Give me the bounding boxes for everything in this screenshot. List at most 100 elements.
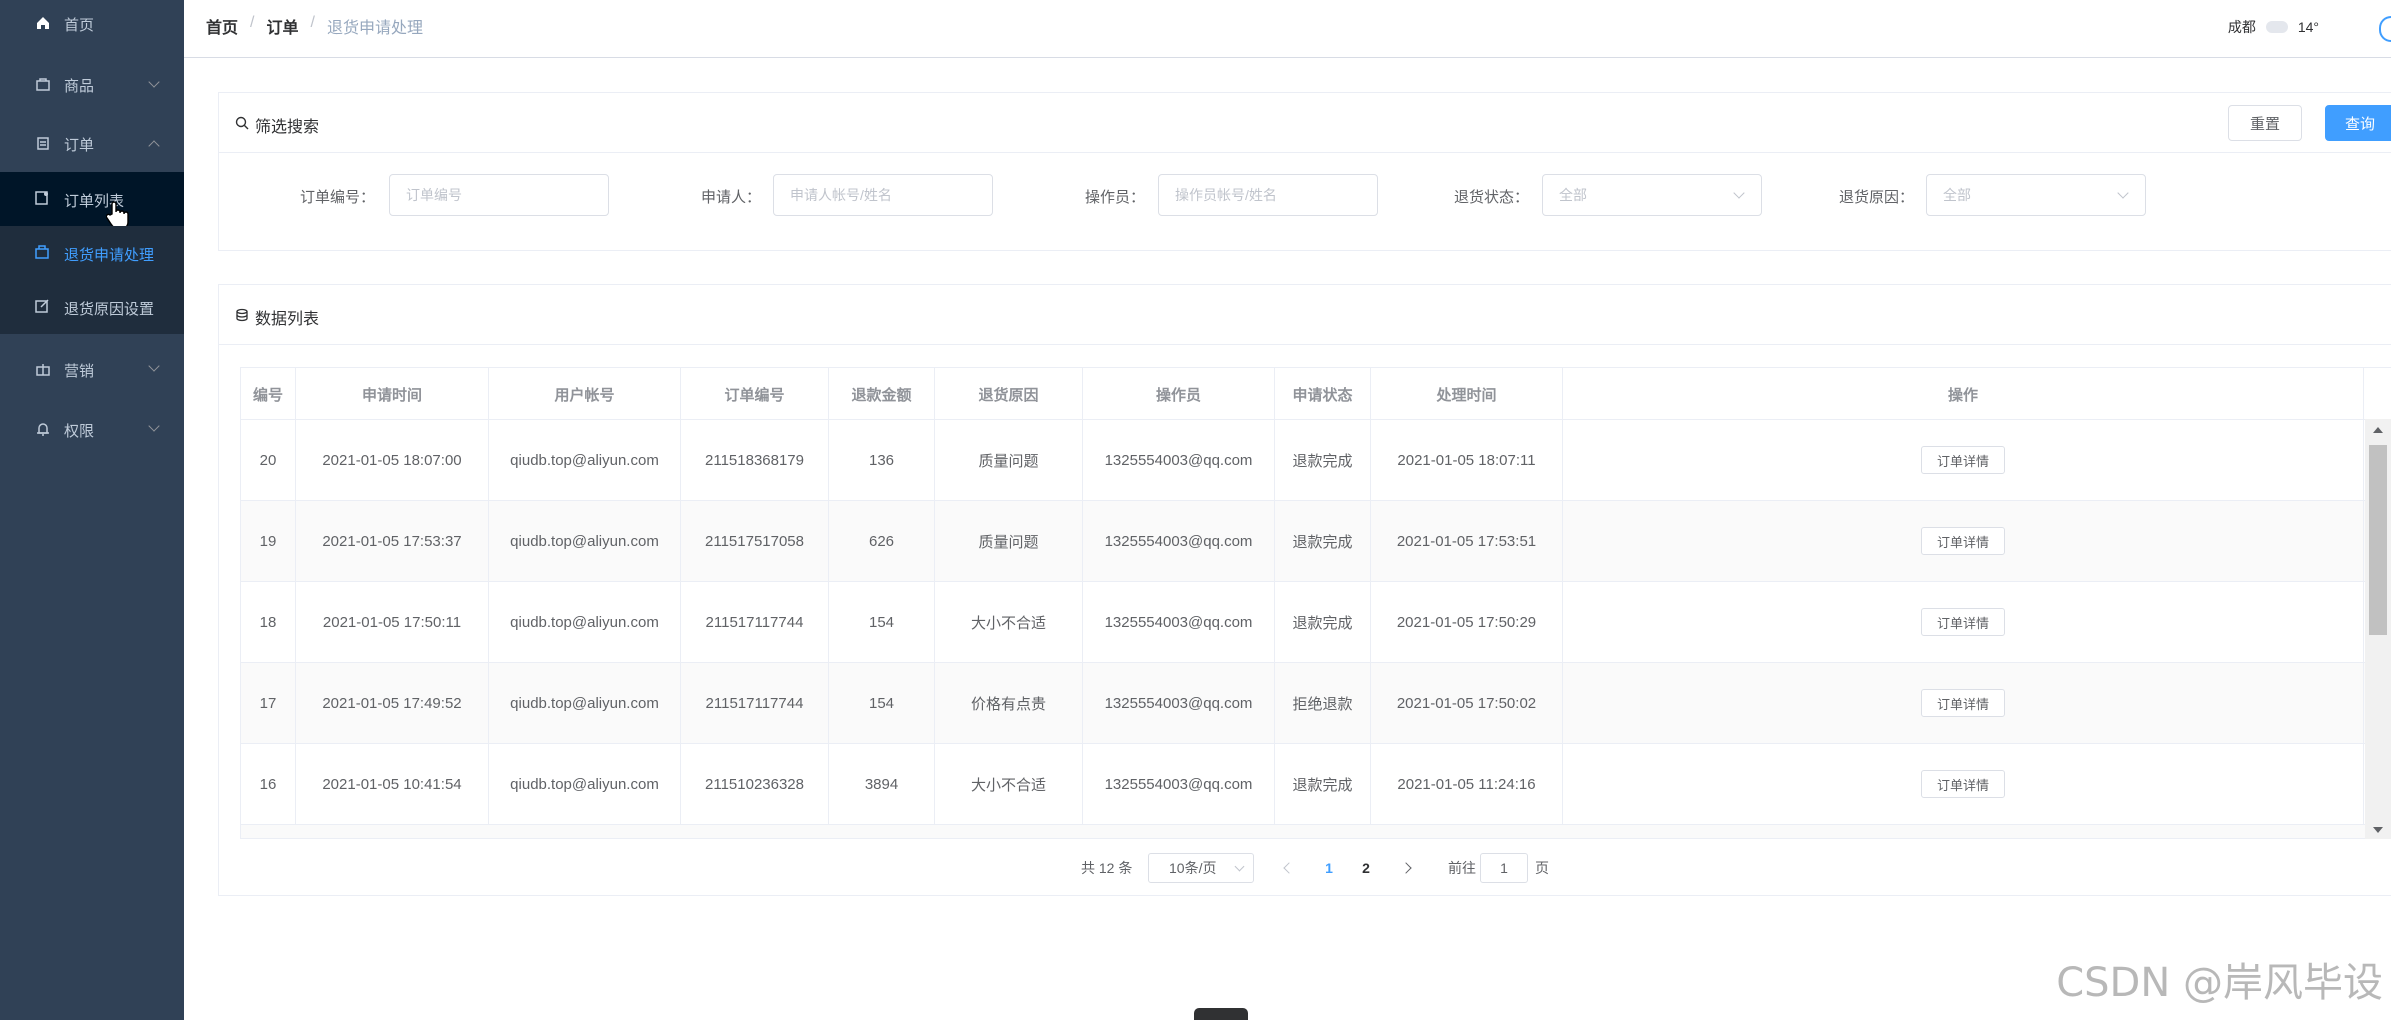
cell-id: 17 xyxy=(241,663,296,743)
return-status-select[interactable]: 全部 xyxy=(1542,174,1762,216)
page-number-2[interactable]: 2 xyxy=(1351,853,1381,883)
goto-prefix: 前往 xyxy=(1448,860,1476,876)
cell-user-account: qiudb.top@aliyun.com xyxy=(489,744,681,824)
return-status-label: 退货状态： xyxy=(1454,189,1530,206)
order-no-label: 订单编号： xyxy=(300,189,376,206)
cell-actions: 订单详情 xyxy=(1563,501,2364,581)
cell-order-no: 211518368179 xyxy=(681,420,829,500)
avatar[interactable] xyxy=(2379,16,2391,42)
return-status-value: 全部 xyxy=(1559,187,1587,203)
scrollbar-thumb[interactable] xyxy=(2369,445,2387,635)
sidebar-item-label: 首页 xyxy=(64,17,95,34)
order-no-input[interactable]: 订单编号 xyxy=(389,174,609,216)
pagination-total: 共 12 条 xyxy=(1081,860,1133,876)
order-detail-button[interactable]: 订单详情 xyxy=(1921,608,2005,636)
table-header: 编号 申请时间 用户帐号 订单编号 退款金额 退货原因 操作员 申请状态 处理时… xyxy=(241,368,2391,420)
chevron-down-icon xyxy=(1733,187,1745,199)
cell-actions: 订单详情 xyxy=(1563,420,2364,500)
column-header: 退货原因 xyxy=(935,368,1083,420)
cell-user-account: qiudb.top@aliyun.com xyxy=(489,501,681,581)
sidebar-item-return-apply[interactable]: 退货申请处理 xyxy=(0,226,184,280)
sidebar-item-order-list[interactable]: 订单列表 xyxy=(0,172,184,230)
sidebar-item-permission[interactable]: 权限 xyxy=(0,406,184,452)
cell-id: 20 xyxy=(241,420,296,500)
reset-button[interactable]: 重置 xyxy=(2228,105,2302,141)
page-size-select[interactable]: 10条/页 xyxy=(1148,853,1254,883)
column-header: 编号 xyxy=(241,368,296,420)
cell-status: 退款完成 xyxy=(1275,582,1371,662)
chevron-down-icon xyxy=(148,360,160,372)
edit-icon xyxy=(34,298,52,316)
breadcrumb-home[interactable]: 首页 xyxy=(206,14,238,38)
breadcrumb-order[interactable]: 订单 xyxy=(266,14,298,38)
cell-user-account: qiudb.top@aliyun.com xyxy=(489,420,681,500)
filter-card: 筛选搜索 重置 查询 xyxy=(218,92,2391,251)
page-size-value: 10条/页 xyxy=(1169,860,1217,876)
cell-user-account: qiudb.top@aliyun.com xyxy=(489,582,681,662)
sidebar-item-marketing[interactable]: 营销 xyxy=(0,346,184,392)
cell-operator: 1325554003@qq.com xyxy=(1083,501,1275,581)
cell-order-no: 211517517058 xyxy=(681,501,829,581)
chevron-down-icon xyxy=(148,76,160,88)
column-header: 订单编号 xyxy=(681,368,829,420)
cell-apply-time: 2021-01-05 17:49:52 xyxy=(296,663,489,743)
return-reason-label: 退货原因： xyxy=(1839,189,1915,206)
breadcrumb: 首页 / 订单 / 退货申请处理 xyxy=(206,14,423,38)
csdn-watermark: CSDN @岸风毕设 xyxy=(2056,960,2383,1006)
cell-user-account: qiudb.top@aliyun.com xyxy=(489,663,681,743)
cell-refund-amount: 136 xyxy=(829,420,935,500)
sidebar: 首页 商品 订单 订单列表 退货申请处理 退货原因设置 营销 权限 xyxy=(0,0,184,1020)
column-header: 申请时间 xyxy=(296,368,489,420)
gift-icon xyxy=(34,360,52,378)
order-detail-button[interactable]: 订单详情 xyxy=(1921,770,2005,798)
cell-return-reason: 大小不合适 xyxy=(935,744,1083,824)
cell-status: 拒绝退款 xyxy=(1275,663,1371,743)
cell-operator: 1325554003@qq.com xyxy=(1083,582,1275,662)
table-scrollbar[interactable] xyxy=(2365,419,2391,839)
table-row-partial xyxy=(241,825,2391,838)
sidebar-item-label: 权限 xyxy=(64,423,95,440)
chevron-down-icon xyxy=(1234,861,1245,872)
order-detail-button[interactable]: 订单详情 xyxy=(1921,527,2005,555)
column-header: 处理时间 xyxy=(1371,368,1563,420)
cell-handle-time: 2021-01-05 17:50:02 xyxy=(1371,663,1563,743)
table-row: 20 2021-01-05 18:07:00 qiudb.top@aliyun.… xyxy=(241,420,2391,501)
order-detail-button[interactable]: 订单详情 xyxy=(1921,689,2005,717)
cell-actions: 订单详情 xyxy=(1563,582,2364,662)
weather-temperature: 14° xyxy=(2297,19,2319,35)
applicant-label: 申请人： xyxy=(701,189,762,206)
breadcrumb-separator: / xyxy=(250,14,255,31)
operator-input[interactable]: 操作员帐号/姓名 xyxy=(1158,174,1378,216)
database-icon xyxy=(235,308,249,327)
applicant-input[interactable]: 申请人帐号/姓名 xyxy=(773,174,993,216)
order-detail-button[interactable]: 订单详情 xyxy=(1921,446,2005,474)
cell-refund-amount: 154 xyxy=(829,663,935,743)
weather-widget: 成都 14° xyxy=(2228,17,2319,37)
cell-apply-time: 2021-01-05 17:50:11 xyxy=(296,582,489,662)
sidebar-item-goods[interactable]: 商品 xyxy=(0,62,184,108)
sidebar-item-return-reason[interactable]: 退货原因设置 xyxy=(0,280,184,334)
cell-operator: 1325554003@qq.com xyxy=(1083,663,1275,743)
sidebar-item-order[interactable]: 订单 xyxy=(0,120,184,166)
cell-operator: 1325554003@qq.com xyxy=(1083,744,1275,824)
goto-page-input[interactable]: 1 xyxy=(1480,853,1528,883)
return-reason-select[interactable]: 全部 xyxy=(1926,174,2146,216)
sidebar-item-home[interactable]: 首页 xyxy=(0,0,184,46)
breadcrumb-separator: / xyxy=(310,14,315,31)
scroll-down-icon[interactable] xyxy=(2373,827,2383,833)
scroll-up-icon[interactable] xyxy=(2373,427,2383,433)
filter-title-text: 筛选搜索 xyxy=(255,119,320,136)
cell-refund-amount: 626 xyxy=(829,501,935,581)
sidebar-item-label: 订单 xyxy=(64,137,95,154)
column-header: 操作员 xyxy=(1083,368,1275,420)
sidebar-item-label: 商品 xyxy=(64,78,95,95)
table-row: 16 2021-01-05 10:41:54 qiudb.top@aliyun.… xyxy=(241,744,2391,825)
return-reason-value: 全部 xyxy=(1943,187,1971,203)
search-icon xyxy=(235,116,249,135)
cell-apply-time: 2021-01-05 10:41:54 xyxy=(296,744,489,824)
page-number-1[interactable]: 1 xyxy=(1314,853,1344,883)
return-apply-table: 编号 申请时间 用户帐号 订单编号 退款金额 退货原因 操作员 申请状态 处理时… xyxy=(240,367,2391,839)
query-button[interactable]: 查询 xyxy=(2325,105,2391,141)
cell-operator: 1325554003@qq.com xyxy=(1083,420,1275,500)
cell-refund-amount: 154 xyxy=(829,582,935,662)
